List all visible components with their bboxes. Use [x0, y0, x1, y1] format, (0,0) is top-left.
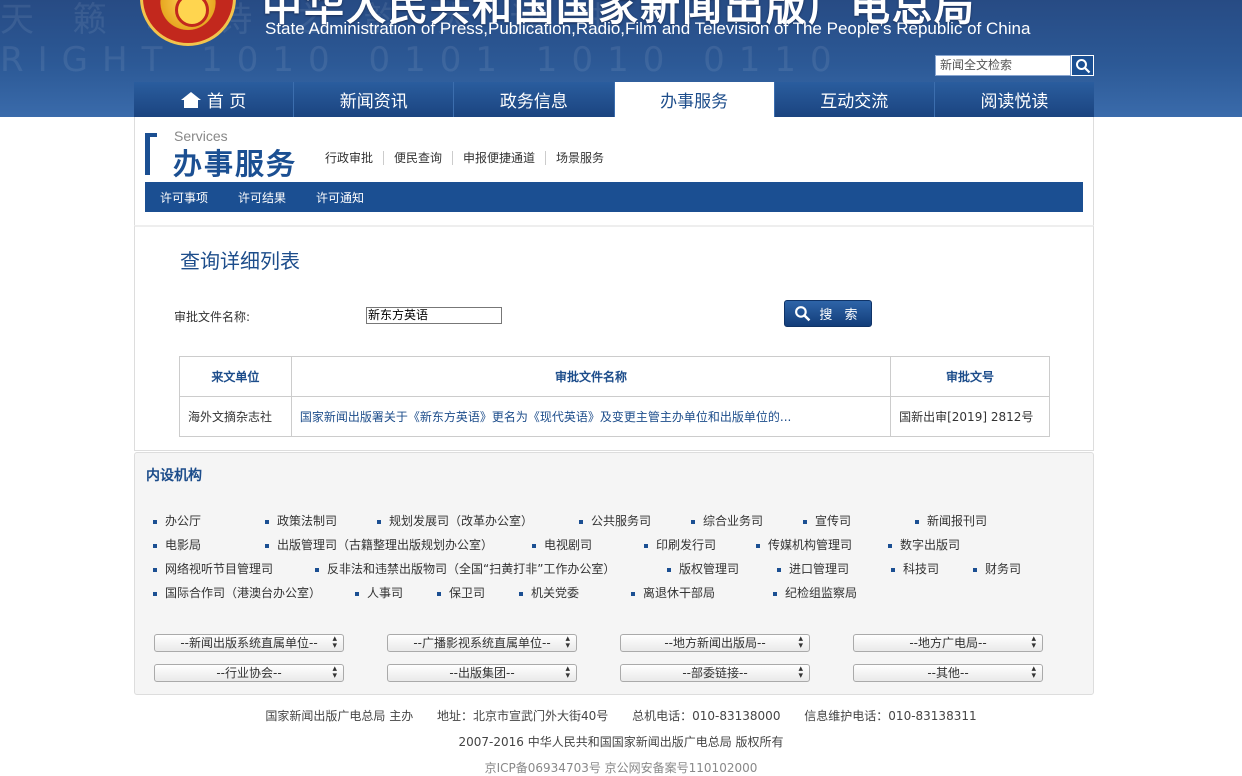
org-link[interactable]: 传媒机构管理司: [756, 536, 852, 553]
select-broadcast-units[interactable]: --广播影视系统直属单位-- ▴ ▾: [387, 634, 577, 652]
section-panel: Services 办事服务 行政审批 便民查询 申报便捷通道 场景服务 许可事项…: [134, 117, 1094, 225]
org-link[interactable]: 国际合作司（港澳台办公室）: [153, 584, 321, 601]
org-link[interactable]: 机关党委: [519, 584, 579, 601]
org-link[interactable]: 反非法和违禁出版物司（全国“扫黄打非”工作办公室）: [315, 560, 615, 577]
cell-doc-number: 国新出审[2019] 2812号: [890, 396, 1050, 437]
org-link[interactable]: 进口管理司: [777, 560, 849, 577]
select-industry-associations[interactable]: --行业协会-- ▴ ▾: [154, 664, 344, 682]
select-arrow-icon: ▴ ▾: [565, 634, 570, 651]
internal-orgs-title: 内设机构: [146, 468, 202, 484]
org-link[interactable]: 政策法制司: [265, 512, 337, 529]
internal-orgs-panel: 内设机构 办公厅 政策法制司 规划发展司（改革办公室） 公共服务司 综合业务司 …: [134, 452, 1094, 695]
select-local-broadcast-bureaus[interactable]: --地方广电局-- ▴ ▾: [853, 634, 1043, 652]
org-link[interactable]: 公共服务司: [579, 512, 651, 529]
section-subnav: 行政审批 便民查询 申报便捷通道 场景服务: [315, 151, 614, 190]
footer-copyright: 2007-2016 中华人民共和国国家新闻出版广电总局 版权所有: [458, 735, 784, 749]
select-arrow-icon: ▴ ▾: [798, 634, 803, 651]
select-arrow-icon: ▴ ▾: [332, 664, 337, 681]
column-header-doc-number: 审批文号: [890, 356, 1050, 397]
tab-license-results[interactable]: 许可结果: [238, 189, 286, 206]
select-ministry-links-value: --部委链接--: [682, 666, 748, 680]
tab-license-items[interactable]: 许可事项: [160, 189, 208, 206]
select-industry-associations-value: --行业协会--: [216, 666, 282, 680]
select-arrow-icon: ▴ ▾: [798, 664, 803, 681]
search-button-label: 搜 索: [819, 308, 862, 323]
nav-interaction[interactable]: 互动交流: [773, 82, 934, 117]
select-publishing-groups-value: --出版集团--: [449, 666, 515, 680]
select-ministry-links[interactable]: --部委链接-- ▴ ▾: [620, 664, 810, 682]
license-tabs: 许可事项 许可结果 许可通知: [145, 182, 1083, 212]
select-arrow-icon: ▴ ▾: [1031, 634, 1036, 651]
org-link[interactable]: 离退休干部局: [631, 584, 715, 601]
org-link[interactable]: 纪检组监察局: [773, 584, 857, 601]
select-local-broadcast-bureaus-value: --地方广电局--: [909, 636, 987, 650]
search-icon: [1075, 58, 1090, 73]
org-link[interactable]: 保卫司: [437, 584, 485, 601]
site-name-en: State Administration of Press,Publicatio…: [265, 19, 1031, 38]
org-link[interactable]: 网络视听节目管理司: [153, 560, 273, 577]
cell-unit: 海外文摘杂志社: [179, 396, 292, 437]
subnav-scene-service[interactable]: 场景服务: [546, 151, 614, 165]
main-nav: 首 页 新闻资讯 政务信息 办事服务 互动交流 阅读悦读: [134, 82, 1094, 117]
org-link[interactable]: 印刷发行司: [644, 536, 716, 553]
search-icon: [795, 306, 811, 322]
subnav-admin-approval[interactable]: 行政审批: [315, 151, 385, 190]
tab-license-notices[interactable]: 许可通知: [316, 189, 364, 206]
org-link[interactable]: 数字出版司: [888, 536, 960, 553]
footer-sponsor: 国家新闻出版广电总局 主办: [265, 709, 414, 723]
org-link[interactable]: 科技司: [891, 560, 939, 577]
select-others-value: --其他--: [927, 666, 969, 680]
section-title-cn: 办事服务: [173, 147, 298, 181]
table-header-row: 来文单位 审批文件名称 审批文号: [179, 356, 1050, 397]
nav-services[interactable]: 办事服务: [613, 82, 774, 117]
org-link[interactable]: 综合业务司: [691, 512, 763, 529]
footer-phone: 总机电话：010-83138000: [632, 709, 781, 723]
nav-news[interactable]: 新闻资讯: [293, 82, 453, 117]
nav-reading[interactable]: 阅读悦读: [933, 82, 1094, 117]
org-link[interactable]: 规划发展司（改革办公室）: [377, 512, 533, 529]
column-header-doc-name: 审批文件名称: [290, 356, 892, 397]
org-link[interactable]: 电视剧司: [532, 536, 592, 553]
org-link[interactable]: 宣传司: [803, 512, 851, 529]
footer-icp[interactable]: 京ICP备06934703号 京公网安备案号110102000: [0, 759, 1242, 776]
results-table: 来文单位 审批文件名称 审批文号 海外文摘杂志社 国家新闻出版署关于《新东方英语…: [179, 356, 1050, 437]
select-local-press-bureaus-value: --地方新闻出版局--: [664, 636, 766, 650]
select-arrow-icon: ▴ ▾: [565, 664, 570, 681]
org-link[interactable]: 出版管理司（古籍整理出版规划办公室）: [265, 536, 493, 553]
page-title: 查询详细列表: [180, 249, 300, 273]
select-publishing-groups[interactable]: --出版集团-- ▴ ▾: [387, 664, 577, 682]
org-link[interactable]: 办公厅: [153, 512, 201, 529]
nav-home[interactable]: 首 页: [134, 82, 293, 117]
org-link[interactable]: 新闻报刊司: [915, 512, 987, 529]
org-link[interactable]: 人事司: [355, 584, 403, 601]
site-search-input[interactable]: 新闻全文检索: [935, 55, 1071, 76]
select-arrow-icon: ▴ ▾: [1031, 664, 1036, 681]
approval-doc-name-label: 审批文件名称:: [174, 310, 251, 324]
cell-doc-name-link[interactable]: 国家新闻出版署关于《新东方英语》更名为《现代英语》及变更主管主办单位和出版单位的…: [290, 396, 892, 437]
select-local-press-bureaus[interactable]: --地方新闻出版局-- ▴ ▾: [620, 634, 810, 652]
select-press-units-value: --新闻出版系统直属单位--: [180, 636, 318, 650]
org-link[interactable]: 财务司: [973, 560, 1021, 577]
column-header-unit: 来文单位: [179, 356, 292, 397]
subnav-declaration-channel[interactable]: 申报便捷通道: [453, 151, 547, 165]
section-bracket-decoration: [145, 133, 157, 175]
footer-address: 地址：北京市宣武门外大街40号: [437, 709, 609, 723]
org-link[interactable]: 版权管理司: [667, 560, 739, 577]
org-link[interactable]: 电影局: [153, 536, 201, 553]
nav-home-label: 首 页: [206, 92, 247, 112]
search-button[interactable]: 搜 索: [784, 300, 872, 327]
nav-government-info[interactable]: 政务信息: [453, 82, 613, 117]
footer-contact-line: 国家新闻出版广电总局 主办 地址：北京市宣武门外大街40号 总机电话：010-8…: [0, 707, 1242, 724]
select-others[interactable]: --其他-- ▴ ▾: [853, 664, 1043, 682]
site-search-button[interactable]: [1071, 55, 1094, 76]
home-icon: [180, 91, 201, 108]
query-content: 查询详细列表 审批文件名称: 新东方英语 搜 索 来文单位 审批文件名称 审批文…: [134, 225, 1094, 451]
table-row: 海外文摘杂志社 国家新闻出版署关于《新东方英语》更名为《现代英语》及变更主管主办…: [179, 396, 1050, 437]
approval-doc-name-input[interactable]: 新东方英语: [366, 307, 502, 324]
select-arrow-icon: ▴ ▾: [332, 634, 337, 651]
select-press-units[interactable]: --新闻出版系统直属单位-- ▴ ▾: [154, 634, 344, 652]
subnav-public-query[interactable]: 便民查询: [384, 151, 454, 165]
select-broadcast-units-value: --广播影视系统直属单位--: [413, 636, 551, 650]
footer-info-phone: 信息维护电话：010-83138311: [804, 709, 977, 723]
